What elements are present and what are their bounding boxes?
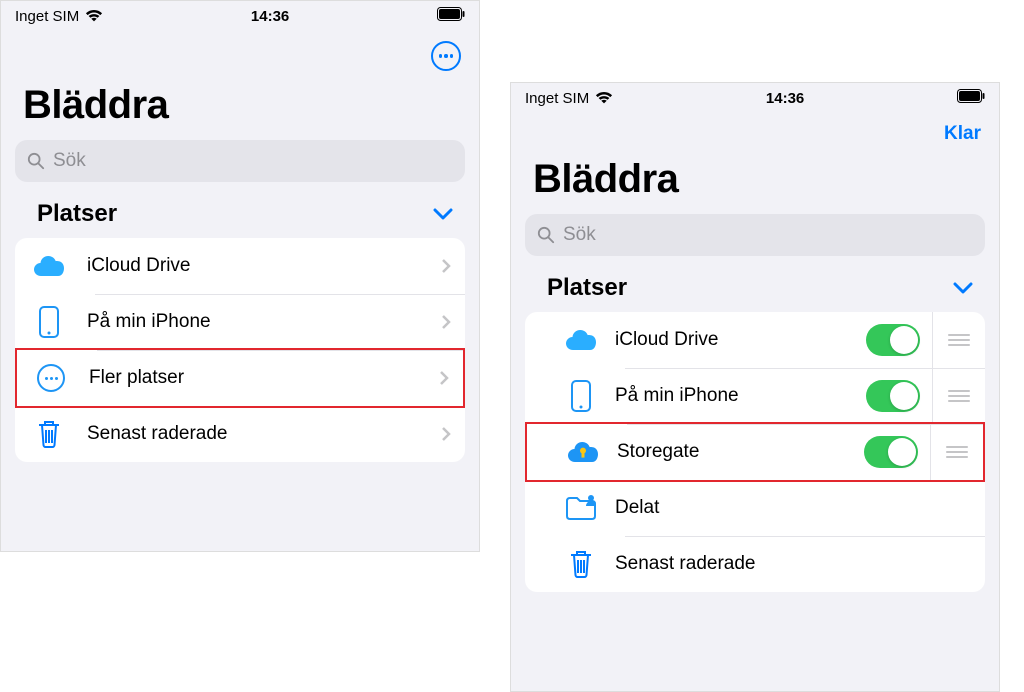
toggle-storegate[interactable] xyxy=(864,436,918,468)
search-icon xyxy=(27,152,45,170)
row-label: Senast raderade xyxy=(615,553,971,575)
page-title: Bläddra xyxy=(511,145,999,214)
clock-label: 14:36 xyxy=(103,8,437,25)
row-on-my-iphone[interactable]: På min iPhone xyxy=(15,294,465,350)
search-placeholder: Sök xyxy=(563,224,596,246)
row-label: Storegate xyxy=(617,441,864,463)
more-menu-button[interactable] xyxy=(431,41,461,71)
row-icloud-drive[interactable]: iCloud Drive xyxy=(15,238,465,294)
places-list-edit: iCloud Drive På min iPhone Storegate xyxy=(525,312,985,592)
shared-folder-icon xyxy=(565,492,597,524)
carrier-label: Inget SIM xyxy=(15,8,79,25)
row-label: Delat xyxy=(615,497,971,519)
trash-icon xyxy=(33,418,65,450)
search-input[interactable]: Sök xyxy=(15,140,465,182)
search-placeholder: Sök xyxy=(53,150,86,172)
iphone-icon xyxy=(33,306,65,338)
icloud-icon xyxy=(33,250,65,282)
divider xyxy=(932,368,933,424)
toggle-iphone[interactable] xyxy=(866,380,920,412)
section-header-places[interactable]: Platser xyxy=(511,274,999,312)
nav-bar: Klar xyxy=(511,113,999,145)
nav-bar xyxy=(1,31,479,71)
row-storegate: Storegate xyxy=(525,422,985,482)
battery-icon xyxy=(437,7,465,21)
chevron-right-icon xyxy=(441,426,451,442)
clock-label: 14:36 xyxy=(613,90,957,107)
section-header-places[interactable]: Platser xyxy=(1,200,479,238)
carrier-label: Inget SIM xyxy=(525,90,589,107)
trash-icon xyxy=(565,548,597,580)
more-places-icon xyxy=(35,362,67,394)
done-button[interactable]: Klar xyxy=(944,123,981,145)
browse-screen-right-edit: Inget SIM 14:36 Klar Bläddra Sök Platser… xyxy=(510,82,1000,692)
section-title: Platser xyxy=(37,200,117,228)
section-title: Platser xyxy=(547,274,627,302)
search-input[interactable]: Sök xyxy=(525,214,985,256)
wifi-icon xyxy=(595,91,613,105)
row-label: På min iPhone xyxy=(87,311,441,333)
row-shared[interactable]: Delat xyxy=(525,480,985,536)
icloud-icon xyxy=(565,324,597,356)
drag-handle[interactable] xyxy=(945,446,969,458)
status-bar: Inget SIM 14:36 xyxy=(511,83,999,113)
row-on-my-iphone: På min iPhone xyxy=(525,368,985,424)
row-label: iCloud Drive xyxy=(87,255,441,277)
row-recently-deleted[interactable]: Senast raderade xyxy=(525,536,985,592)
chevron-right-icon xyxy=(441,258,451,274)
chevron-right-icon xyxy=(441,314,451,330)
divider xyxy=(932,312,933,368)
chevron-right-icon xyxy=(439,370,449,386)
page-title: Bläddra xyxy=(1,71,479,140)
divider xyxy=(930,424,931,480)
row-icloud-drive: iCloud Drive xyxy=(525,312,985,368)
search-icon xyxy=(537,226,555,244)
storegate-icon xyxy=(567,436,599,468)
wifi-icon xyxy=(85,9,103,23)
iphone-icon xyxy=(565,380,597,412)
battery-icon xyxy=(957,89,985,103)
browse-screen-left: Inget SIM 14:36 Bläddra Sök Platser iClo… xyxy=(0,0,480,552)
row-recently-deleted[interactable]: Senast raderade xyxy=(15,406,465,462)
drag-handle[interactable] xyxy=(947,390,971,402)
row-label: På min iPhone xyxy=(615,385,866,407)
places-list: iCloud Drive På min iPhone Fler platser … xyxy=(15,238,465,462)
chevron-down-icon xyxy=(953,281,973,295)
chevron-down-icon xyxy=(433,207,453,221)
status-bar: Inget SIM 14:36 xyxy=(1,1,479,31)
row-label: iCloud Drive xyxy=(615,329,866,351)
row-more-places[interactable]: Fler platser xyxy=(15,348,465,408)
toggle-icloud[interactable] xyxy=(866,324,920,356)
row-label: Senast raderade xyxy=(87,423,441,445)
drag-handle[interactable] xyxy=(947,334,971,346)
row-label: Fler platser xyxy=(89,367,439,389)
